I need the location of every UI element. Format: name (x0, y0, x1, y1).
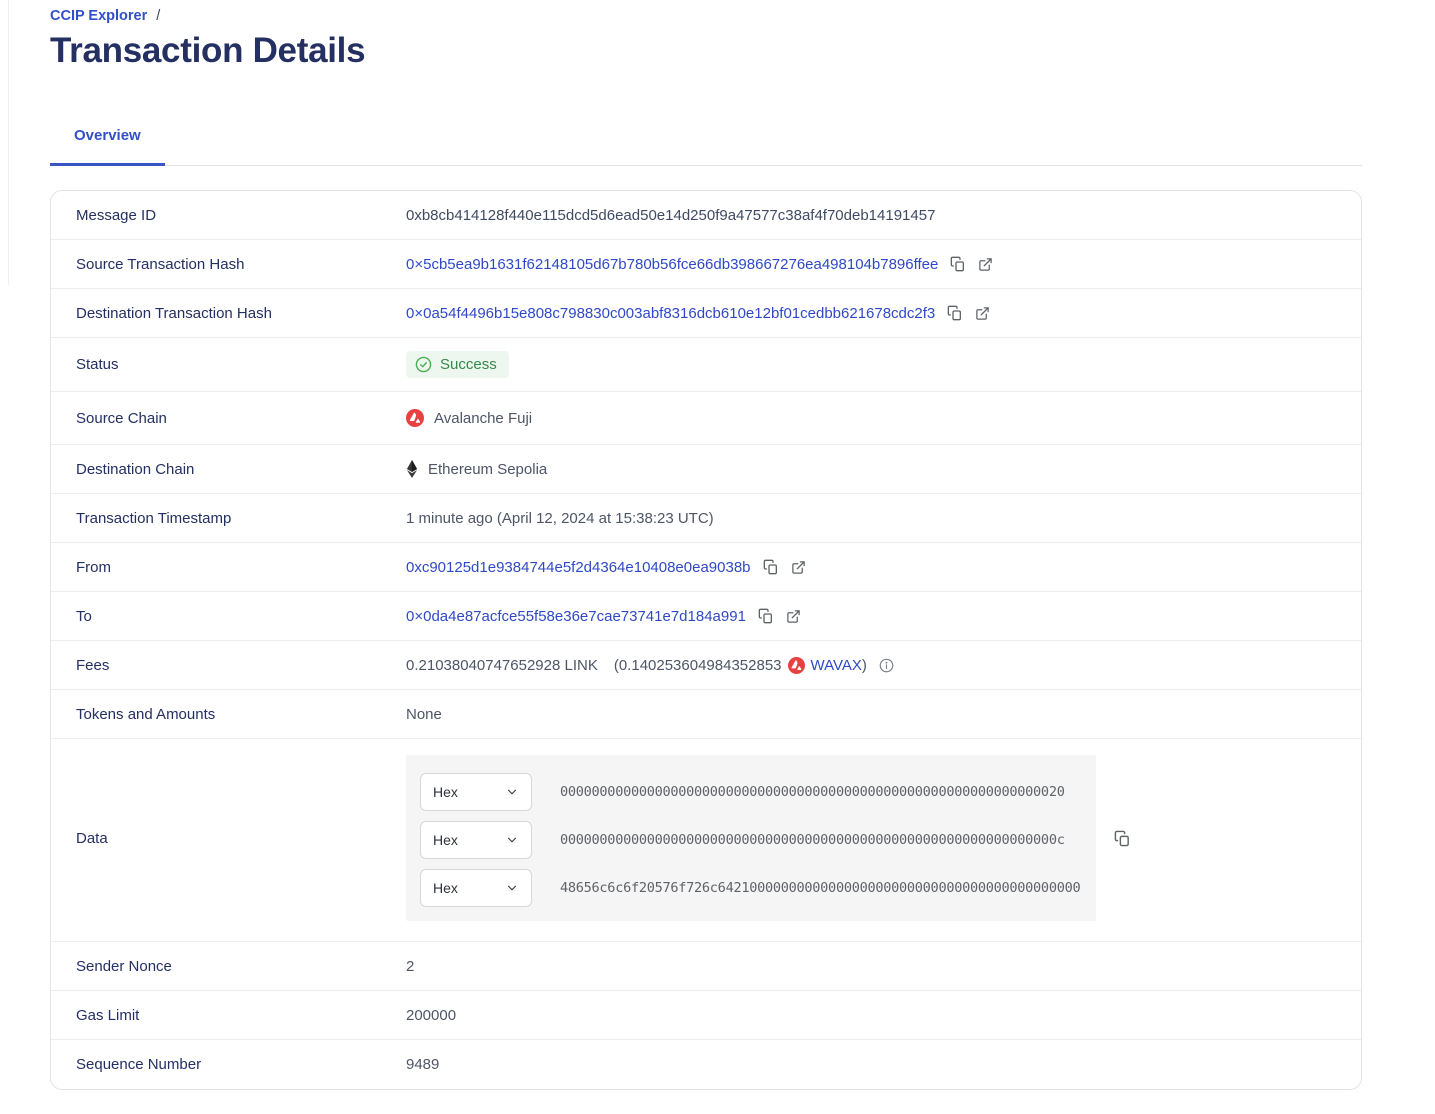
table-row-message-id: Message ID 0xb8cb414128f440e115dcd5d6ead… (51, 191, 1361, 240)
table-row-timestamp: Transaction Timestamp 1 minute ago (Apri… (51, 494, 1361, 543)
sequence-number-value: 9489 (406, 1056, 439, 1073)
external-link-icon[interactable] (978, 257, 993, 272)
table-row-gas-limit: Gas Limit 200000 (51, 991, 1361, 1040)
dest-chain-name: Ethereum Sepolia (428, 461, 547, 478)
data-hex-panel: Hex 000000000000000000000000000000000000… (406, 755, 1096, 921)
fees-link-amount: 0.21038040747652928 LINK (406, 657, 598, 674)
copy-icon[interactable] (758, 608, 774, 624)
page-title: Transaction Details (50, 31, 1362, 71)
copy-icon[interactable] (950, 256, 966, 272)
avalanche-icon (788, 657, 805, 674)
breadcrumb-ccip-explorer-link[interactable]: CCIP Explorer (50, 8, 147, 24)
table-row-sender-nonce: Sender Nonce 2 (51, 942, 1361, 991)
table-row-dest-chain: Destination Chain Ethereum Sepolia (51, 445, 1361, 494)
row-label: Sequence Number (76, 1056, 406, 1073)
message-id-value: 0xb8cb414128f440e115dcd5d6ead50e14d250f9… (406, 207, 935, 224)
data-line: Hex 000000000000000000000000000000000000… (420, 821, 1082, 859)
dest-tx-hash-link[interactable]: 0×0a54f4496b15e808c798830c003abf8316dcb6… (406, 305, 935, 322)
wavax-token-link[interactable]: WAVAX (811, 657, 862, 674)
transaction-details-page: CCIP Explorer / Transaction Details Over… (0, 0, 1435, 1090)
data-hex-line: 48656c6c6f20576f726c64210000000000000000… (560, 880, 1080, 896)
row-label: Fees (76, 657, 406, 674)
info-icon[interactable] (879, 658, 894, 673)
tokens-value: None (406, 706, 442, 723)
table-row-from: From 0xc90125d1e9384744e5f2d4364e10408e0… (51, 543, 1361, 592)
row-label: Data (76, 830, 406, 847)
row-label: Message ID (76, 207, 406, 224)
hex-format-select[interactable]: Hex (420, 773, 532, 811)
check-circle-icon (415, 356, 432, 373)
status-text: Success (440, 356, 497, 373)
breadcrumb-separator: / (156, 8, 160, 24)
sender-nonce-value: 2 (406, 958, 414, 975)
external-link-icon[interactable] (975, 306, 990, 321)
table-row-tokens: Tokens and Amounts None (51, 690, 1361, 739)
row-label: Gas Limit (76, 1007, 406, 1024)
row-label: Transaction Timestamp (76, 510, 406, 527)
table-row-fees: Fees 0.21038040747652928 LINK (0.1402536… (51, 641, 1361, 690)
hex-format-select[interactable]: Hex (420, 869, 532, 907)
hex-format-select[interactable]: Hex (420, 821, 532, 859)
row-label: Status (76, 356, 406, 373)
table-row-sequence-number: Sequence Number 9489 (51, 1040, 1361, 1089)
table-row-dest-tx-hash: Destination Transaction Hash 0×0a54f4496… (51, 289, 1361, 338)
source-tx-hash-link[interactable]: 0×5cb5ea9b1631f62148105d67b780b56fce66db… (406, 256, 938, 273)
tab-bar: Overview (50, 117, 1362, 166)
external-link-icon[interactable] (791, 560, 806, 575)
status-badge: Success (406, 351, 509, 378)
fees-secondary-amount: (0.140253604984352853 (614, 657, 782, 674)
row-label: Destination Chain (76, 461, 406, 478)
table-row-source-chain: Source Chain Avalanche Fuji (51, 392, 1361, 445)
row-label: Sender Nonce (76, 958, 406, 975)
timestamp-value: 1 minute ago (April 12, 2024 at 15:38:23… (406, 510, 714, 527)
breadcrumb: CCIP Explorer / (50, 8, 1362, 24)
data-line: Hex 000000000000000000000000000000000000… (420, 773, 1082, 811)
copy-icon[interactable] (1114, 830, 1131, 847)
table-row-to: To 0×0da4e87acfce55f58e36e7cae73741e7d18… (51, 592, 1361, 641)
to-address-link[interactable]: 0×0da4e87acfce55f58e36e7cae73741e7d184a9… (406, 608, 746, 625)
row-label: Tokens and Amounts (76, 706, 406, 723)
external-link-icon[interactable] (786, 609, 801, 624)
chevron-down-icon (505, 881, 519, 895)
avalanche-icon (406, 409, 424, 427)
left-page-divider (8, 0, 9, 285)
transaction-details-card: Message ID 0xb8cb414128f440e115dcd5d6ead… (50, 190, 1362, 1090)
table-row-source-tx-hash: Source Transaction Hash 0×5cb5ea9b1631f6… (51, 240, 1361, 289)
from-address-link[interactable]: 0xc90125d1e9384744e5f2d4364e10408e0ea903… (406, 559, 751, 576)
fees-paren-close: ) (862, 657, 867, 674)
source-chain-name: Avalanche Fuji (434, 410, 532, 427)
chevron-down-icon (505, 833, 519, 847)
data-hex-line: 0000000000000000000000000000000000000000… (560, 832, 1065, 848)
table-row-status: Status Success (51, 338, 1361, 392)
copy-icon[interactable] (947, 305, 963, 321)
table-row-data: Data Hex 0000000000000000000000000000000… (51, 739, 1361, 942)
row-label: Source Transaction Hash (76, 256, 406, 273)
row-label: Source Chain (76, 410, 406, 427)
data-line: Hex 48656c6c6f20576f726c6421000000000000… (420, 869, 1082, 907)
row-label: To (76, 608, 406, 625)
copy-icon[interactable] (763, 559, 779, 575)
tab-overview[interactable]: Overview (50, 117, 165, 165)
row-label: From (76, 559, 406, 576)
ethereum-icon (406, 460, 418, 478)
gas-limit-value: 200000 (406, 1007, 456, 1024)
data-hex-line: 0000000000000000000000000000000000000000… (560, 784, 1065, 800)
chevron-down-icon (505, 785, 519, 799)
row-label: Destination Transaction Hash (76, 305, 406, 322)
